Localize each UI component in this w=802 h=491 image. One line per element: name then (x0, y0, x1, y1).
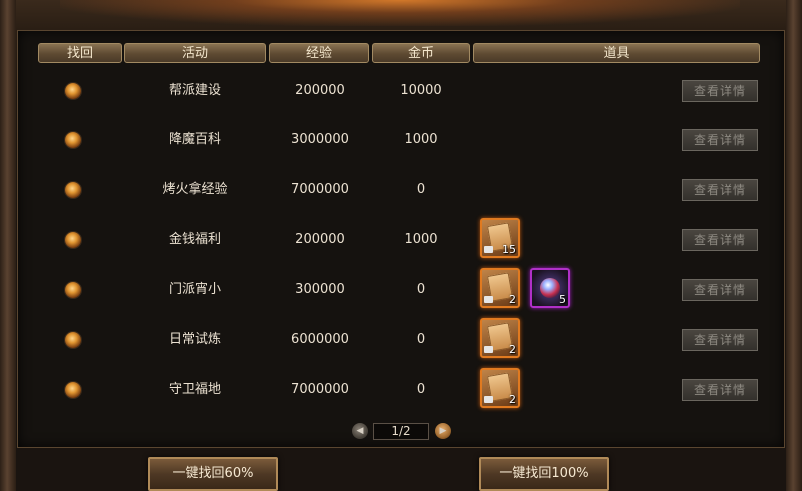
gold-value: 1000 (404, 132, 438, 147)
activity-name: 守卫福地 (168, 382, 221, 397)
exp-value: 300000 (295, 282, 345, 297)
exp-value: 200000 (295, 83, 345, 98)
recover-radio-button[interactable] (65, 182, 81, 198)
table-row: 守卫福地 7000000 0 2 查看详情 (30, 368, 772, 410)
bag-icon (484, 296, 493, 303)
table-row: 日常试炼 6000000 0 2 查看详情 (30, 318, 772, 360)
reward-item-slot[interactable]: 2 (480, 268, 520, 308)
header-recover: 找回 (38, 43, 122, 63)
next-page-arrow-icon[interactable]: ▶ (435, 423, 451, 439)
view-details-button[interactable]: 查看详情 (682, 329, 758, 351)
table-row: 帮派建设 200000 10000 查看详情 (30, 71, 772, 111)
activity-name: 烤火拿经验 (162, 182, 228, 197)
gold-value: 0 (416, 382, 426, 397)
bag-icon (484, 396, 493, 403)
prev-page-arrow-icon[interactable]: ◀ (352, 423, 368, 439)
reward-item-slot[interactable]: 5 (530, 268, 570, 308)
exp-value: 7000000 (291, 382, 349, 397)
recover-radio-button[interactable] (65, 382, 81, 398)
activity-name: 帮派建设 (168, 83, 221, 98)
table-row: 烤火拿经验 7000000 0 查看详情 (30, 170, 772, 210)
gold-value: 0 (416, 282, 426, 297)
header-exp: 经验 (269, 43, 369, 63)
reward-item-slot[interactable]: 15 (480, 218, 520, 258)
bag-icon (484, 346, 493, 353)
header-items: 道具 (473, 43, 760, 63)
recover-radio-button[interactable] (65, 282, 81, 298)
left-border-decoration (0, 0, 16, 491)
gold-value: 1000 (404, 232, 438, 247)
table-row: 降魔百科 3000000 1000 查看详情 (30, 120, 772, 160)
top-glow-decoration (60, 0, 740, 26)
exp-value: 7000000 (291, 182, 349, 197)
item-count: 5 (559, 293, 566, 306)
pager: ◀ 1/2 ▶ (352, 423, 452, 441)
reward-item-slot[interactable]: 2 (480, 368, 520, 408)
activity-name: 降魔百科 (168, 132, 221, 147)
item-count: 2 (509, 393, 516, 406)
header-activity: 活动 (124, 43, 266, 63)
recover-60-button[interactable]: 一键找回60% (148, 457, 278, 491)
header-gold: 金币 (372, 43, 470, 63)
recover-100-button[interactable]: 一键找回100% (479, 457, 609, 491)
gold-value: 0 (416, 182, 426, 197)
activity-name: 日常试炼 (168, 332, 221, 347)
item-count: 2 (509, 343, 516, 356)
reward-item-slot[interactable]: 2 (480, 318, 520, 358)
recover-radio-button[interactable] (65, 332, 81, 348)
view-details-button[interactable]: 查看详情 (682, 229, 758, 251)
bag-icon (484, 246, 493, 253)
exp-value: 200000 (295, 232, 345, 247)
recover-radio-button[interactable] (65, 232, 81, 248)
right-border-decoration (786, 0, 802, 491)
exp-value: 6000000 (291, 332, 349, 347)
gem-icon (540, 278, 560, 298)
activity-name: 金钱福利 (168, 232, 221, 247)
gold-value: 0 (416, 332, 426, 347)
gold-value: 10000 (400, 83, 442, 98)
exp-value: 3000000 (291, 132, 349, 147)
page-indicator: 1/2 (373, 423, 429, 440)
activity-name: 门派宵小 (168, 282, 221, 297)
item-count: 2 (509, 293, 516, 306)
view-details-button[interactable]: 查看详情 (682, 379, 758, 401)
recover-radio-button[interactable] (65, 132, 81, 148)
view-details-button[interactable]: 查看详情 (682, 80, 758, 102)
view-details-button[interactable]: 查看详情 (682, 179, 758, 201)
table-row: 门派宵小 300000 0 2 5 查看详情 (30, 268, 772, 310)
view-details-button[interactable]: 查看详情 (682, 279, 758, 301)
view-details-button[interactable]: 查看详情 (682, 129, 758, 151)
item-count: 15 (502, 243, 516, 256)
table-row: 金钱福利 200000 1000 15 查看详情 (30, 218, 772, 260)
recover-radio-button[interactable] (65, 83, 81, 99)
